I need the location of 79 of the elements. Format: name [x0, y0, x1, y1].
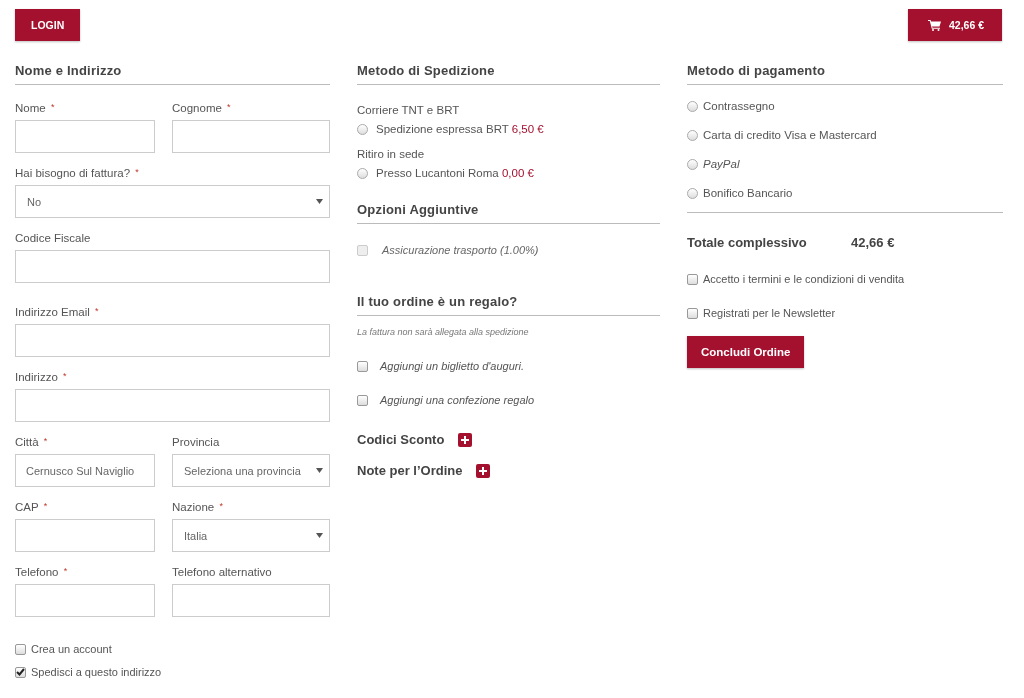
caret-icon [316, 533, 323, 538]
required-mark: * [63, 566, 68, 576]
input-field[interactable] [15, 324, 330, 357]
radio-button[interactable] [687, 187, 698, 199]
input-field[interactable] [15, 250, 330, 283]
checkbox[interactable] [357, 360, 368, 372]
input-field[interactable] [172, 584, 330, 617]
required-mark: * [43, 436, 48, 446]
cart-icon [927, 19, 941, 31]
required-mark: * [43, 501, 48, 511]
select-field[interactable]: Seleziona una provincia [172, 454, 330, 487]
field-label: Telefono alternativo [172, 566, 272, 578]
required-mark: * [227, 102, 231, 112]
field-label: Nazione [172, 501, 215, 513]
field-label: Provincia [172, 436, 220, 448]
field-label: Telefono [15, 566, 59, 578]
checkbox[interactable] [15, 666, 26, 678]
caret-icon [316, 468, 323, 473]
plus-icon[interactable] [458, 432, 473, 447]
section-heading: Nome e Indirizzo [15, 61, 330, 85]
section-heading: Codici Sconto [357, 432, 445, 447]
section-heading: Il tuo ordine è un regalo? [357, 292, 660, 316]
option-label: Spedizione espressa BRT 6,50 € [376, 123, 544, 135]
note-text: La fattura non sarà allegata alla spedizione [357, 327, 530, 337]
section-heading: Opzioni Aggiuntive [357, 200, 660, 224]
submit-button[interactable]: Concludi Ordine [687, 336, 805, 368]
option-label: PayPal [703, 158, 740, 170]
checkbox-label: Assicurazione trasporto (1.00%) [382, 244, 539, 256]
checkbox-label: Registrati per le Newsletter [703, 307, 836, 319]
field-label: Codice Fiscale [15, 232, 91, 244]
checkbox-label: Spedisci a questo indirizzo [31, 666, 162, 678]
input-field[interactable] [15, 519, 155, 552]
input-field[interactable]: Cernusco Sul Naviglio [15, 454, 155, 487]
checkbox[interactable] [15, 643, 26, 655]
caret-icon [316, 199, 323, 204]
total-value: 42,66 € [851, 235, 895, 250]
field-label: Indirizzo [15, 371, 58, 383]
field-label: CAP [15, 501, 39, 513]
cart-button[interactable]: 42,66 € [907, 9, 1002, 41]
checkbox-label: Aggiungi un biglietto d'auguri. [380, 360, 524, 372]
required-mark: * [219, 501, 223, 511]
input-field[interactable] [15, 584, 155, 617]
required-mark: * [135, 167, 139, 177]
radio-button[interactable] [687, 129, 698, 141]
radio-button[interactable] [687, 100, 698, 112]
field-label: Hai bisogno di fattura? [15, 167, 131, 179]
group-label: Corriere TNT e BRT [357, 104, 461, 116]
checkbox-label: Crea un account [31, 643, 112, 655]
option-label: Contrassegno [703, 100, 775, 112]
field-label: Cognome [172, 102, 222, 114]
plus-icon[interactable] [476, 463, 491, 478]
select-field[interactable]: No [15, 185, 330, 218]
group-label: Ritiro in sede [357, 148, 426, 160]
checkbox[interactable] [687, 273, 698, 285]
field-label: Città [15, 436, 39, 448]
input-field[interactable] [172, 120, 330, 153]
login-button[interactable]: LOGIN [15, 9, 81, 41]
checkbox-label: Accetto i termini e le condizioni di vendita [703, 273, 905, 285]
radio-button[interactable] [357, 167, 368, 179]
checkbox[interactable] [687, 307, 698, 319]
radio-button[interactable] [357, 123, 368, 135]
section-heading: Metodo di Spedizione [357, 61, 660, 85]
field-label: Nome [15, 102, 46, 114]
field-label: Indirizzo Email [15, 306, 90, 318]
required-mark: * [50, 102, 55, 112]
required-mark: * [63, 371, 67, 381]
input-field[interactable] [15, 389, 330, 422]
required-mark: * [95, 306, 99, 316]
checkbox[interactable] [357, 394, 368, 406]
select-field[interactable]: Italia [172, 519, 330, 552]
option-label: Presso Lucantoni Roma 0,00 € [376, 167, 534, 179]
option-label: Carta di credito Visa e Mastercard [703, 129, 877, 141]
input-field[interactable] [15, 120, 155, 153]
section-heading: Note per l’Ordine [357, 463, 463, 478]
checkbox-label: Aggiungi una confezione regalo [380, 394, 535, 406]
total-label: Totale complessivo [687, 235, 808, 250]
option-label: Bonifico Bancario [703, 187, 793, 199]
section-heading: Metodo di pagamento [687, 61, 1003, 85]
radio-button[interactable] [687, 158, 698, 170]
